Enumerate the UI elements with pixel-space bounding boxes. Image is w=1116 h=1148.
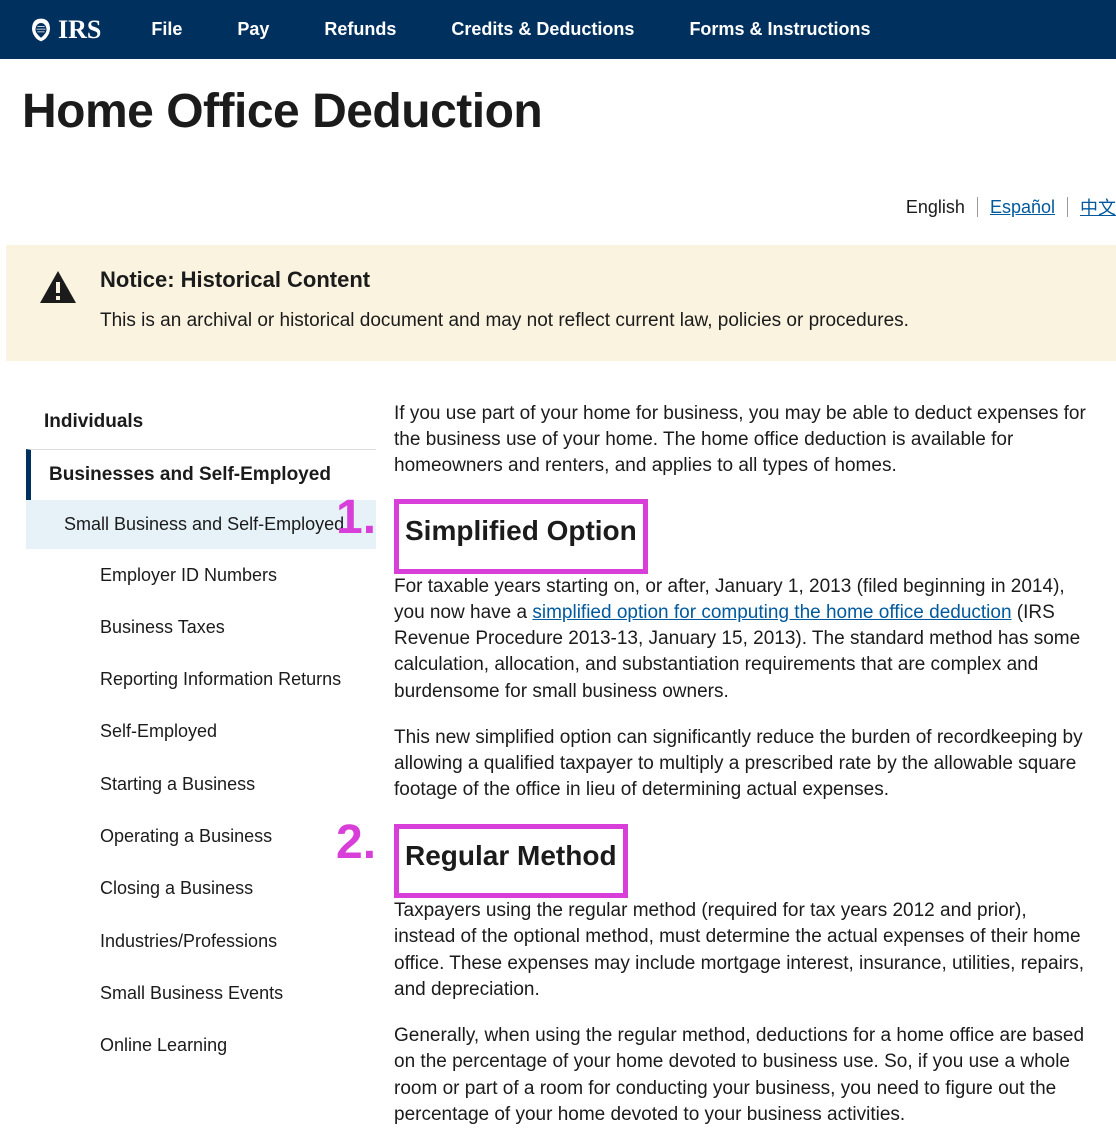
notice-body: This is an archival or historical docume…	[100, 307, 909, 335]
sidebar-item-industries[interactable]: Industries/Professions	[26, 915, 376, 967]
content-wrap: Individuals Businesses and Self-Employed…	[0, 401, 1116, 1148]
article-body: If you use part of your home for busines…	[376, 401, 1116, 1148]
lang-english[interactable]: English	[906, 197, 965, 218]
lang-espanol[interactable]: Español	[990, 197, 1055, 218]
notice-text: Notice: Historical Content This is an ar…	[100, 267, 909, 335]
annotation-2-box: Regular Method	[394, 824, 628, 899]
regular-paragraph-2: Generally, when using the regular method…	[394, 1023, 1092, 1128]
eagle-icon	[30, 16, 52, 44]
heading-simplified-option: Simplified Option	[405, 512, 637, 551]
sidebar-item-self-employed[interactable]: Self-Employed	[26, 705, 376, 757]
regular-paragraph-1: Taxpayers using the regular method (requ…	[394, 898, 1092, 1003]
simplified-paragraph-2: This new simplified option can significa…	[394, 725, 1092, 804]
heading-regular-method: Regular Method	[405, 837, 617, 876]
annotation-2-label: 2.	[336, 810, 376, 876]
sidebar-item-starting[interactable]: Starting a Business	[26, 758, 376, 810]
nav-items: File Pay Refunds Credits & Deductions Fo…	[151, 19, 870, 40]
sidebar-item-reporting[interactable]: Reporting Information Returns	[26, 653, 376, 705]
sidebar-item-individuals[interactable]: Individuals	[26, 401, 376, 449]
lang-chinese[interactable]: 中文	[1080, 194, 1116, 220]
language-bar: English Español 中文	[0, 139, 1116, 245]
nav-file[interactable]: File	[151, 19, 182, 40]
logo-text: IRS	[58, 15, 101, 45]
annotation-1-box: Simplified Option	[394, 499, 648, 574]
sidebar-item-ein[interactable]: Employer ID Numbers	[26, 549, 376, 601]
sidebar-item-small-business[interactable]: Small Business and Self-Employed	[26, 500, 376, 549]
divider	[1067, 197, 1068, 217]
intro-paragraph: If you use part of your home for busines…	[394, 401, 1092, 480]
page-title: Home Office Deduction	[0, 59, 1116, 139]
notice-banner: Notice: Historical Content This is an ar…	[6, 245, 1116, 361]
annotation-2: 2. Regular Method	[394, 824, 628, 899]
annotation-1: 1. Simplified Option	[394, 499, 648, 574]
sidebar-item-online-learning[interactable]: Online Learning	[26, 1019, 376, 1071]
sidebar-item-business-taxes[interactable]: Business Taxes	[26, 601, 376, 653]
warning-icon	[38, 269, 78, 307]
nav-forms[interactable]: Forms & Instructions	[689, 19, 870, 40]
sidebar-item-operating[interactable]: Operating a Business	[26, 810, 376, 862]
irs-logo[interactable]: IRS	[30, 15, 101, 45]
divider	[977, 197, 978, 217]
top-nav: IRS File Pay Refunds Credits & Deduction…	[0, 0, 1116, 59]
nav-credits[interactable]: Credits & Deductions	[451, 19, 634, 40]
sidebar-item-closing[interactable]: Closing a Business	[26, 862, 376, 914]
annotation-1-label: 1.	[336, 485, 376, 551]
notice-title: Notice: Historical Content	[100, 267, 909, 293]
sidebar: Individuals Businesses and Self-Employed…	[26, 401, 376, 1148]
nav-pay[interactable]: Pay	[237, 19, 269, 40]
link-simplified-option[interactable]: simplified option for computing the home…	[532, 602, 1011, 623]
simplified-paragraph-1: For taxable years starting on, or after,…	[394, 574, 1092, 705]
nav-refunds[interactable]: Refunds	[324, 19, 396, 40]
sidebar-item-events[interactable]: Small Business Events	[26, 967, 376, 1019]
sidebar-section-businesses[interactable]: Businesses and Self-Employed	[26, 449, 376, 500]
